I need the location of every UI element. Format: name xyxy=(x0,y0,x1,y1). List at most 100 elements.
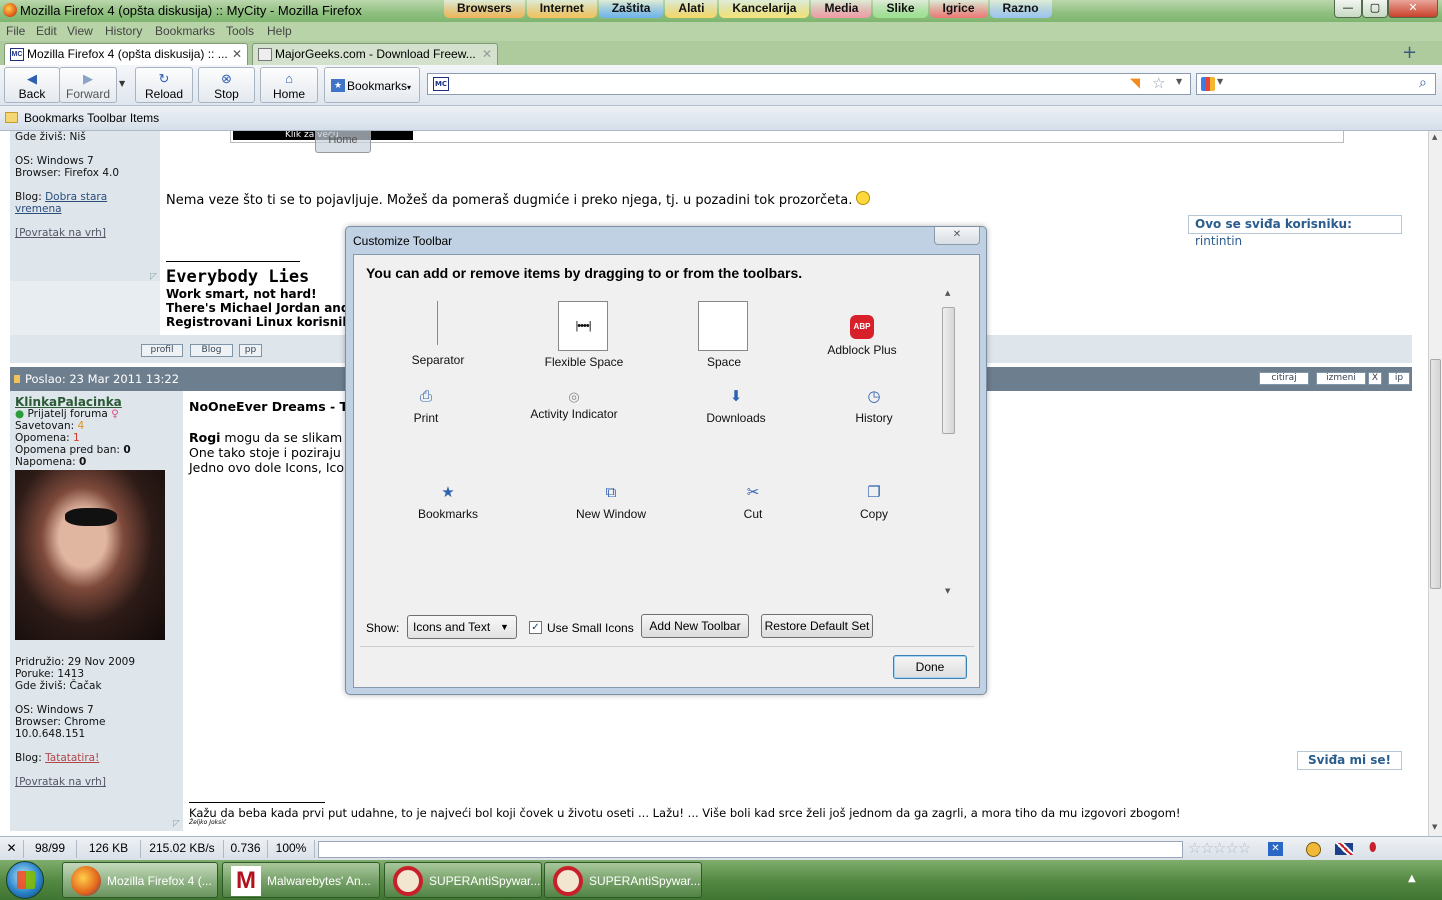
item-label: Print xyxy=(413,411,439,425)
home-button[interactable]: ⌂ Home xyxy=(260,67,318,103)
close-findbar-icon[interactable]: ✕ xyxy=(0,840,24,858)
quick-tab-zaštita[interactable]: Zaštita xyxy=(598,0,664,18)
stop-button[interactable]: ⊗ Stop xyxy=(198,67,255,103)
zoom-level[interactable]: 100% xyxy=(268,840,315,858)
quote-button[interactable]: citiraj xyxy=(1259,372,1309,385)
palette-new-window[interactable]: ⧉ New Window xyxy=(541,485,681,522)
throbber-icon: ◎ xyxy=(568,389,580,404)
back-to-top-link[interactable]: [Povratak na vrh] xyxy=(15,227,155,239)
add-new-toolbar-button[interactable]: Add New Toolbar xyxy=(641,614,749,638)
blog-button[interactable]: Blog xyxy=(190,344,233,357)
title-bar: Mozilla Firefox 4 (opšta diskusija) :: M… xyxy=(0,0,1442,22)
scroll-down-icon[interactable]: ▼ xyxy=(945,587,950,595)
palette-print[interactable]: ⎙ Print xyxy=(356,389,496,426)
palette-downloads[interactable]: ⬇ Downloads xyxy=(666,388,806,426)
google-icon[interactable] xyxy=(1201,77,1215,91)
back-to-top-link[interactable]: [Povratak na vrh] xyxy=(15,776,178,788)
likes-user[interactable]: rintintin xyxy=(1195,234,1242,248)
taskbar-superantispyware-1[interactable]: SUPERAntiSpywar... xyxy=(384,862,542,898)
customize-toolbar-dialog: Customize Toolbar ✕ You can add or remov… xyxy=(345,226,987,695)
tab-close-icon[interactable]: ✕ xyxy=(232,47,242,61)
search-bar[interactable]: ▼ ⌕ xyxy=(1196,73,1436,95)
tray-expand-icon[interactable]: ▲ xyxy=(1408,873,1416,884)
tab-mycity[interactable]: MC Mozilla Firefox 4 (opšta diskusija) :… xyxy=(4,43,248,65)
menu-help[interactable]: Help xyxy=(267,24,292,38)
rating-stars-icon[interactable]: ☆☆☆☆☆ xyxy=(1188,839,1251,857)
small-icons-checkbox[interactable]: ✓ xyxy=(529,621,542,634)
quick-tab-igrice[interactable]: Igrice xyxy=(929,0,988,18)
quick-tab-alati[interactable]: Alati xyxy=(665,0,718,18)
dialog-close-button[interactable]: ✕ xyxy=(934,227,980,245)
restore-default-button[interactable]: Restore Default Set xyxy=(761,614,873,638)
back-button[interactable]: ◀ Back xyxy=(4,67,60,103)
ip-button[interactable]: ip xyxy=(1388,372,1410,385)
scroll-down-icon[interactable]: ▼ xyxy=(1432,823,1437,831)
bookmarks-menu-button[interactable]: ★ Bookmarks▾ xyxy=(324,67,420,103)
taskbar-firefox[interactable]: Mozilla Firefox 4 (... xyxy=(62,862,218,898)
done-button[interactable]: Done xyxy=(893,655,967,679)
quick-tab-internet[interactable]: Internet xyxy=(526,0,597,18)
profile-button[interactable]: profil xyxy=(141,344,183,357)
bookmark-star-outline-icon[interactable]: ☆ xyxy=(1152,74,1165,92)
tab-close-icon[interactable]: ✕ xyxy=(482,47,492,61)
scroll-up-icon[interactable]: ▲ xyxy=(945,289,950,297)
palette-bookmarks[interactable]: ★ Bookmarks xyxy=(378,485,518,522)
scroll-up-icon[interactable]: ▲ xyxy=(1432,133,1437,141)
edit-button[interactable]: izmeni xyxy=(1316,372,1366,385)
addon-red-icon[interactable]: ⬮ xyxy=(1369,840,1377,855)
quick-tab-razno[interactable]: Razno xyxy=(989,0,1052,18)
blog-link[interactable]: Tatatatira! xyxy=(45,752,99,764)
status-speed: 215.02 KB/s xyxy=(141,840,224,858)
quick-tab-slike[interactable]: Slike xyxy=(873,0,928,18)
rss-icon[interactable]: ◥ xyxy=(1130,76,1140,91)
menu-view[interactable]: View xyxy=(67,24,93,38)
delete-button[interactable]: X xyxy=(1368,372,1382,385)
warned-label: Savetovan: xyxy=(15,420,75,432)
quick-tab-media[interactable]: Media xyxy=(811,0,872,18)
quick-tab-browsers[interactable]: Browsers xyxy=(444,0,525,18)
palette-copy[interactable]: ❐ Copy xyxy=(804,485,944,522)
username-link[interactable]: KlinkaPalacinka xyxy=(15,396,178,408)
minimize-button[interactable]: — xyxy=(1334,0,1362,18)
new-tab-button[interactable]: + xyxy=(1402,42,1417,63)
taskbar-superantispyware-2[interactable]: SUPERAntiSpywar... xyxy=(544,862,702,898)
url-bar[interactable]: MC ◥ ☆ ▼ xyxy=(427,73,1191,95)
mycity-favicon-icon: MC xyxy=(10,48,24,61)
close-window-button[interactable]: ✕ xyxy=(1388,0,1438,18)
dragged-home-label: Home xyxy=(328,134,358,146)
menu-edit[interactable]: Edit xyxy=(36,24,57,38)
menu-file[interactable]: File xyxy=(6,24,25,38)
forward-button[interactable]: ▶ Forward xyxy=(59,67,117,103)
history-dropdown-icon[interactable]: ▼ xyxy=(119,79,125,88)
show-mode-select[interactable]: Icons and Text ▼ xyxy=(407,615,517,639)
url-dropdown-icon[interactable]: ▼ xyxy=(1176,77,1182,86)
quick-tabs: Browsers Internet Zaštita Alati Kancelarija M… xyxy=(444,0,1054,18)
avatar xyxy=(15,470,165,640)
addon-icon[interactable]: ✕ xyxy=(1268,842,1283,856)
tab-majorgeeks[interactable]: MajorGeeks.com - Download Freew... ✕ xyxy=(252,43,498,65)
search-icon[interactable]: ⌕ xyxy=(1419,75,1427,91)
reload-button[interactable]: ↻ Reload xyxy=(135,67,193,103)
palette-history[interactable]: ◷ History xyxy=(804,389,944,426)
greasemonkey-icon[interactable] xyxy=(1306,842,1321,857)
maximize-button[interactable]: ▢ xyxy=(1362,0,1388,18)
download-icon: ⬇ xyxy=(729,388,743,405)
search-engine-dropdown-icon[interactable]: ▼ xyxy=(1217,77,1223,86)
scrollbar-thumb[interactable] xyxy=(1430,359,1441,589)
quick-tab-kancelarija[interactable]: Kancelarija xyxy=(719,0,810,18)
likes-box: Ovo se sviđa korisniku: rintintin xyxy=(1188,215,1402,248)
menu-bookmarks[interactable]: Bookmarks xyxy=(155,24,215,38)
pm-button[interactable]: pp xyxy=(239,344,262,357)
start-button[interactable] xyxy=(6,861,44,899)
flag-uk-icon[interactable] xyxy=(1335,843,1353,855)
palette-scrollbar[interactable]: ▲ ▼ xyxy=(942,289,956,599)
palette-cut[interactable]: ✂ Cut xyxy=(683,485,823,522)
user-os: OS: Windows 7 xyxy=(15,704,94,716)
like-button[interactable]: Sviđa mi se! xyxy=(1297,751,1402,770)
bookmarks-toolbar-items[interactable]: Bookmarks Toolbar Items xyxy=(24,111,159,125)
vertical-scrollbar[interactable]: ▲ ▼ xyxy=(1428,131,1442,836)
menu-history[interactable]: History xyxy=(105,24,142,38)
taskbar-malwarebytes[interactable]: M Malwarebytes' An... xyxy=(222,862,380,898)
menu-tools[interactable]: Tools xyxy=(226,24,254,38)
palette-activity-indicator[interactable]: ◎ Activity Indicator xyxy=(504,389,644,421)
